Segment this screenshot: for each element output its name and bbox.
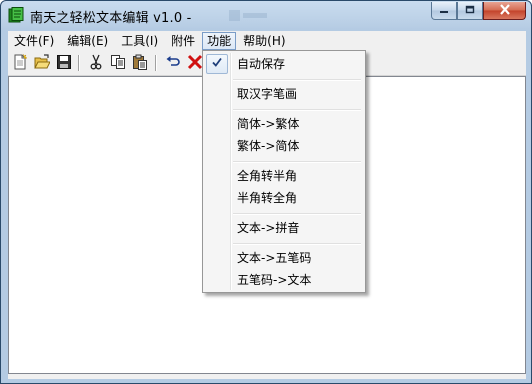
background-window-ghost bbox=[229, 9, 269, 22]
paste-button[interactable] bbox=[131, 54, 149, 72]
menu-edit[interactable]: 编辑(E) bbox=[61, 32, 114, 50]
menu-functions-label: 功能 bbox=[207, 34, 232, 48]
menu-item-simp-to-trad[interactable]: 简体->繁体 bbox=[205, 114, 363, 134]
copy-button[interactable] bbox=[109, 54, 127, 72]
menu-help[interactable]: 帮助(H) bbox=[237, 32, 291, 50]
menu-edit-label: 编辑(E) bbox=[67, 34, 109, 48]
cut-button[interactable] bbox=[87, 54, 105, 72]
menu-item-label: 文本->拼音 bbox=[237, 221, 300, 235]
status-bar bbox=[8, 374, 526, 379]
new-file-button[interactable] bbox=[11, 53, 29, 73]
menu-attachments-label: 附件 bbox=[171, 34, 196, 48]
minimize-icon bbox=[439, 4, 449, 18]
close-icon bbox=[499, 3, 511, 18]
undo-icon bbox=[165, 54, 181, 73]
menu-bar: 文件(F) 编辑(E) 工具(I) 附件 功能 帮助(H) bbox=[8, 31, 526, 51]
paste-icon bbox=[132, 54, 148, 73]
menu-item-auto-save[interactable]: 自动保存 bbox=[205, 54, 363, 74]
save-button[interactable] bbox=[55, 54, 73, 72]
new-file-icon bbox=[12, 53, 28, 73]
undo-button[interactable] bbox=[164, 54, 182, 72]
menu-file[interactable]: 文件(F) bbox=[8, 32, 60, 50]
menu-item-label: 半角转全角 bbox=[237, 191, 298, 205]
menu-tools[interactable]: 工具(I) bbox=[115, 32, 164, 50]
menu-item-label: 简体->繁体 bbox=[237, 117, 300, 131]
menu-separator bbox=[233, 79, 361, 80]
menu-item-label: 繁体->简体 bbox=[237, 139, 300, 153]
menu-separator bbox=[233, 213, 361, 214]
cut-icon bbox=[88, 54, 104, 73]
open-button[interactable] bbox=[33, 53, 51, 73]
menu-file-label: 文件(F) bbox=[14, 34, 55, 48]
maximize-icon bbox=[465, 4, 475, 18]
delete-icon bbox=[187, 54, 203, 73]
menu-attachments[interactable]: 附件 bbox=[165, 32, 201, 50]
window-title: 南天之轻松文本编辑 v1.0 - bbox=[30, 11, 192, 26]
caption-buttons bbox=[431, 2, 526, 21]
menu-item-label: 取汉字笔画 bbox=[237, 87, 298, 101]
menu-item-wubi-to-text[interactable]: 五笔码->文本 bbox=[205, 270, 363, 290]
menu-separator bbox=[233, 161, 361, 162]
open-folder-icon bbox=[34, 53, 51, 73]
menu-item-text-to-pinyin[interactable]: 文本->拼音 bbox=[205, 218, 363, 238]
maximize-button[interactable] bbox=[457, 2, 483, 20]
menu-item-trad-to-simp[interactable]: 繁体->简体 bbox=[205, 136, 363, 156]
menu-item-text-to-wubi[interactable]: 文本->五笔码 bbox=[205, 248, 363, 268]
toolbar-separator bbox=[155, 55, 156, 71]
checkmark-icon bbox=[211, 54, 223, 74]
menu-item-half-to-full[interactable]: 半角转全角 bbox=[205, 188, 363, 208]
menu-separator bbox=[233, 243, 361, 244]
menu-item-get-stroke[interactable]: 取汉字笔画 bbox=[205, 84, 363, 104]
close-button[interactable] bbox=[483, 2, 526, 20]
save-icon bbox=[56, 54, 72, 73]
app-window: 南天之轻松文本编辑 v1.0 - 文件(F) 编辑(E) 工具(I) 附件 功能… bbox=[0, 0, 532, 384]
functions-dropdown-menu: 自动保存 取汉字笔画 简体->繁体 繁体->简体 全角转半角 半角转全角 文本-… bbox=[202, 50, 366, 293]
copy-icon bbox=[110, 54, 126, 73]
menu-functions[interactable]: 功能 bbox=[202, 32, 237, 50]
menu-item-full-to-half[interactable]: 全角转半角 bbox=[205, 166, 363, 186]
title-bar[interactable]: 南天之轻松文本编辑 v1.0 - bbox=[1, 1, 531, 29]
toolbar-separator bbox=[78, 55, 79, 71]
menu-help-label: 帮助(H) bbox=[243, 34, 286, 48]
menu-item-label: 五笔码->文本 bbox=[237, 273, 312, 287]
checked-indicator bbox=[206, 54, 228, 74]
menu-item-label: 自动保存 bbox=[237, 57, 286, 71]
minimize-button[interactable] bbox=[431, 2, 457, 20]
menu-item-label: 文本->五笔码 bbox=[237, 251, 312, 265]
menu-separator bbox=[233, 109, 361, 110]
menu-tools-label: 工具(I) bbox=[121, 34, 159, 48]
menu-item-label: 全角转半角 bbox=[237, 169, 298, 183]
app-logo-icon bbox=[8, 7, 24, 23]
